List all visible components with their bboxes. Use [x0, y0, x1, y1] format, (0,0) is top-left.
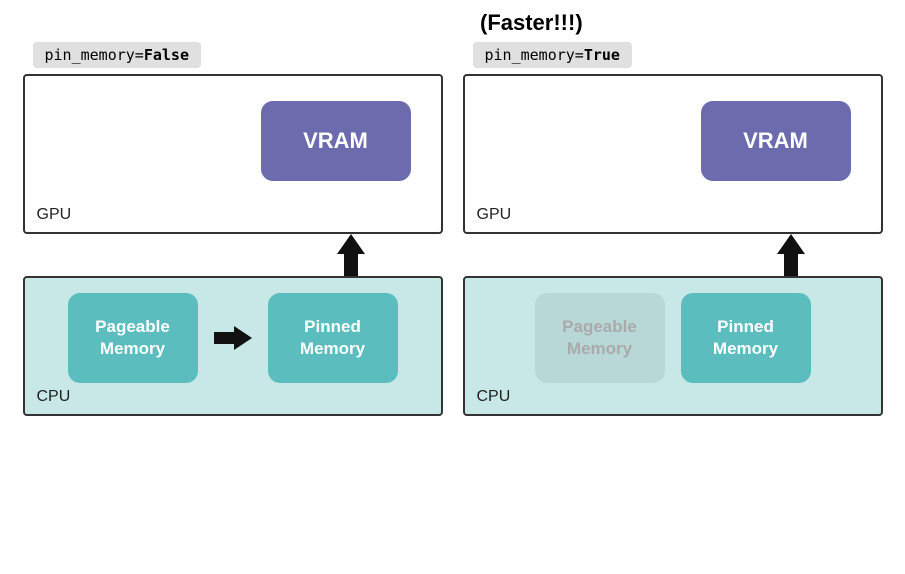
left-vertical-arrow-container: [23, 234, 443, 276]
right-cpu-label: CPU: [477, 388, 511, 406]
left-cpu-box: PageableMemory PinnedMemory CPU: [23, 276, 443, 416]
right-pageable-box: PageableMemory: [535, 293, 665, 383]
left-cpu-label: CPU: [37, 388, 71, 406]
left-h-arrow: [214, 326, 252, 350]
left-h-head: [234, 326, 252, 350]
faster-label: (Faster!!!): [480, 10, 583, 36]
left-arrow-shaft: [344, 254, 358, 276]
left-code-prefix: pin_memory=: [45, 46, 144, 64]
left-vertical-arrow: [337, 234, 365, 276]
left-pageable-label: PageableMemory: [95, 316, 170, 360]
left-gpu-box: VRAM GPU: [23, 74, 443, 234]
right-cpu-box: PageableMemory PinnedMemory CPU: [463, 276, 883, 416]
diagrams-row: pin_memory=False VRAM GPU PageableMemory: [20, 42, 885, 416]
left-code-label: pin_memory=False: [33, 42, 202, 68]
right-code-prefix: pin_memory=: [485, 46, 584, 64]
right-gpu-label: GPU: [477, 206, 512, 224]
left-code-value: False: [144, 46, 189, 64]
right-diagram: pin_memory=True VRAM GPU PageableMemory …: [463, 42, 883, 416]
left-arrow-head: [337, 234, 365, 254]
right-pinned-label: PinnedMemory: [713, 316, 778, 360]
right-arrow-shaft: [784, 254, 798, 276]
right-code-value: True: [584, 46, 620, 64]
right-pageable-label: PageableMemory: [562, 316, 637, 360]
right-vertical-arrow-container: [463, 234, 883, 276]
left-gpu-label: GPU: [37, 206, 72, 224]
right-vertical-arrow: [777, 234, 805, 276]
right-code-label: pin_memory=True: [473, 42, 632, 68]
right-vram-box: VRAM: [701, 101, 851, 181]
left-pinned-box: PinnedMemory: [268, 293, 398, 383]
right-pinned-box: PinnedMemory: [681, 293, 811, 383]
left-pinned-label: PinnedMemory: [300, 316, 365, 360]
right-arrow-head: [777, 234, 805, 254]
left-diagram: pin_memory=False VRAM GPU PageableMemory: [23, 42, 443, 416]
left-h-shaft: [214, 332, 234, 344]
right-gpu-box: VRAM GPU: [463, 74, 883, 234]
left-vram-box: VRAM: [261, 101, 411, 181]
left-pageable-box: PageableMemory: [68, 293, 198, 383]
